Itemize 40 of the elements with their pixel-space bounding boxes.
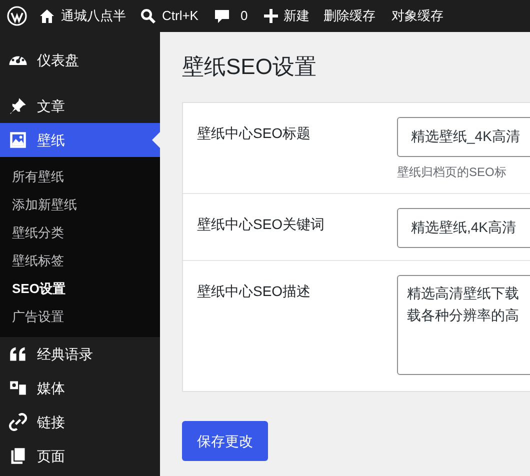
menu-icon bbox=[9, 97, 27, 115]
page-title: 壁纸SEO设置 bbox=[182, 53, 318, 81]
new-link[interactable]: 新建 bbox=[284, 6, 310, 26]
sidebar-item[interactable]: 文章 bbox=[0, 89, 160, 123]
save-button[interactable]: 保存更改 bbox=[182, 421, 268, 461]
comment-count[interactable]: 0 bbox=[240, 6, 248, 26]
sidebar-item[interactable]: 仪表盘 bbox=[0, 43, 160, 77]
comment-icon bbox=[214, 8, 230, 24]
field-hint: 壁纸归档页的SEO标 bbox=[397, 164, 508, 181]
menu-icon bbox=[9, 379, 27, 397]
submenu-item[interactable]: 所有壁纸 bbox=[0, 163, 160, 191]
submenu-item[interactable]: SEO设置 bbox=[0, 275, 160, 303]
home-icon bbox=[39, 8, 55, 24]
toolbar-link[interactable]: 删除缓存 bbox=[324, 6, 376, 26]
search-shortcut[interactable]: Ctrl+K bbox=[162, 6, 198, 26]
search-icon bbox=[140, 8, 156, 24]
submenu-item[interactable]: 广告设置 bbox=[0, 303, 160, 331]
submenu-item[interactable]: 壁纸分类 bbox=[0, 219, 160, 247]
current-arrow-icon bbox=[152, 132, 160, 148]
menu-icon bbox=[9, 447, 27, 465]
sidebar-item[interactable]: 页面 bbox=[0, 439, 160, 473]
description-field[interactable]: 精选高清壁纸下载 载各种分辨率的高 bbox=[397, 275, 530, 375]
toolbar-link[interactable]: 对象缓存 bbox=[392, 6, 444, 26]
text-field[interactable]: 精选壁纸_4K高清 bbox=[397, 117, 530, 157]
menu-icon bbox=[9, 55, 27, 65]
submenu-item[interactable]: 壁纸标签 bbox=[0, 247, 160, 275]
sidebar-item[interactable]: 壁纸 bbox=[0, 123, 160, 157]
field-label: 壁纸中心SEO描述 bbox=[196, 282, 312, 301]
sidebar-item[interactable]: 链接 bbox=[0, 405, 160, 439]
site-link[interactable]: 通城八点半 bbox=[61, 6, 126, 26]
submenu-item[interactable]: 添加新壁纸 bbox=[0, 191, 160, 219]
field-label: 壁纸中心SEO关键词 bbox=[196, 215, 326, 234]
plus-icon bbox=[264, 9, 278, 23]
menu-icon bbox=[9, 131, 27, 149]
field-label: 壁纸中心SEO标题 bbox=[196, 124, 312, 143]
menu-icon bbox=[9, 345, 27, 363]
menu-icon bbox=[9, 413, 27, 431]
text-field[interactable]: 精选壁纸,4K高清 bbox=[397, 208, 530, 248]
sidebar-item[interactable]: 媒体 bbox=[0, 371, 160, 405]
sidebar-item[interactable]: 经典语录 bbox=[0, 337, 160, 371]
